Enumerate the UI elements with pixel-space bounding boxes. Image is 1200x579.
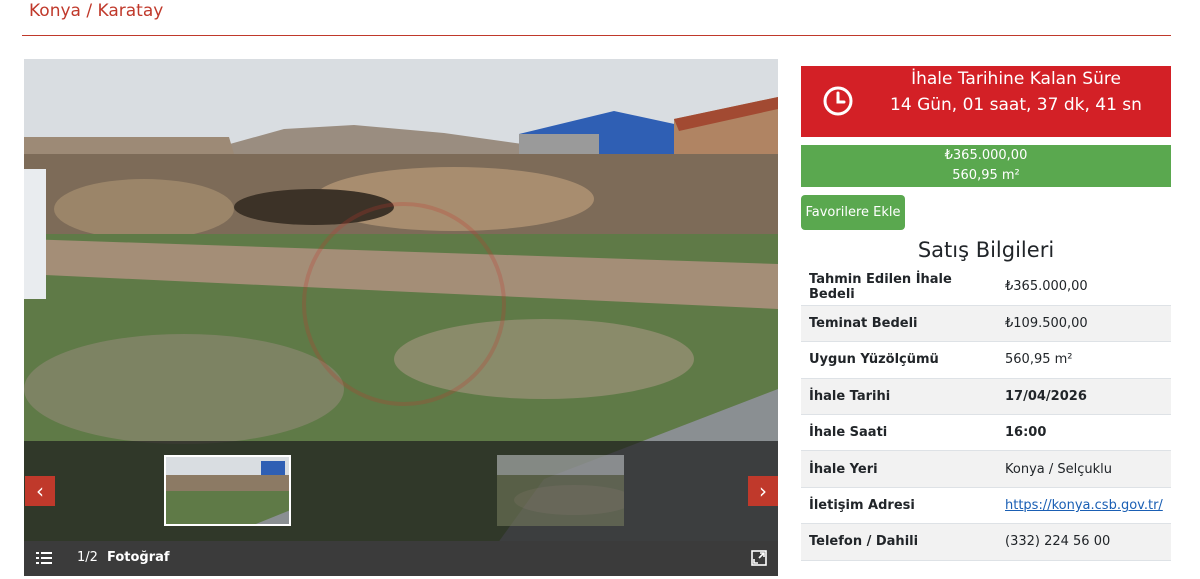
gallery-prev-button[interactable]: ‹ [25, 476, 55, 506]
auction-countdown: İhale Tarihine Kalan Süre 14 Gün, 01 saa… [801, 66, 1171, 137]
row-label: İhale Saati [801, 414, 997, 452]
row-value: 560,95 m² [997, 341, 1171, 379]
thumbnail-2-image [497, 455, 624, 526]
price-amount: ₺365.000,00 [944, 148, 1028, 163]
list-icon[interactable] [36, 550, 52, 566]
row-label: İhale Tarihi [801, 378, 997, 416]
row-label: İletişim Adresi [801, 487, 997, 525]
row-value: https://konya.csb.gov.tr/ [997, 487, 1171, 525]
row-label: Tahmin Edilen İhale Bedeli [801, 269, 997, 306]
table-row: İhale Yeri Konya / Selçuklu [801, 450, 1171, 488]
table-row: Telefon / Dahili (332) 224 56 00 [801, 523, 1171, 561]
countdown-label: İhale Tarihine Kalan Süre [911, 69, 1121, 89]
thumbnail-strip [24, 441, 778, 541]
row-value: Konya / Selçuklu [997, 450, 1171, 488]
row-value: (332) 224 56 00 [997, 523, 1171, 561]
row-value: ₺365.000,00 [997, 269, 1171, 306]
sale-info-table: Tahmin Edilen İhale Bedeli ₺365.000,00 T… [801, 269, 1171, 561]
clock-icon [823, 86, 853, 116]
table-row: Tahmin Edilen İhale Bedeli ₺365.000,00 [801, 269, 1171, 306]
chevron-left-icon: ‹ [36, 479, 44, 503]
row-label: Uygun Yüzölçümü [801, 341, 997, 379]
location-title: Konya / Karatay [29, 1, 164, 21]
photo-gallery: ‹ › 1/2 Fotoğraf [24, 59, 778, 576]
row-value: 16:00 [997, 414, 1171, 452]
add-to-favorites-button[interactable]: Favorilere Ekle [801, 195, 905, 230]
gallery-counter: 1/2 [77, 550, 98, 565]
row-label: Teminat Bedeli [801, 305, 997, 343]
gallery-type-label: Fotoğraf [107, 550, 170, 565]
gallery-next-button[interactable]: › [748, 476, 778, 506]
price-area: 560,95 m² [952, 168, 1020, 183]
table-row: Uygun Yüzölçümü 560,95 m² [801, 341, 1171, 379]
row-value: 17/04/2026 [997, 378, 1171, 416]
table-row: İhale Tarihi 17/04/2026 [801, 378, 1171, 416]
countdown-value: 14 Gün, 01 saat, 37 dk, 41 sn [890, 95, 1142, 115]
row-label: İhale Yeri [801, 450, 997, 488]
row-label: Telefon / Dahili [801, 523, 997, 561]
table-row: İletişim Adresi https://konya.csb.gov.tr… [801, 487, 1171, 525]
price-box: ₺365.000,00 560,95 m² [801, 145, 1171, 187]
contact-link[interactable]: https://konya.csb.gov.tr/ [1005, 498, 1163, 513]
thumbnail-2[interactable] [497, 455, 624, 526]
sale-info-title: Satış Bilgileri [917, 238, 1055, 262]
thumbnail-1[interactable] [164, 455, 291, 526]
table-row: Teminat Bedeli ₺109.500,00 [801, 305, 1171, 343]
gallery-toolbar: 1/2 Fotoğraf [24, 541, 778, 576]
header-divider [22, 35, 1171, 36]
table-row: İhale Saati 16:00 [801, 414, 1171, 452]
thumbnail-1-image [166, 457, 289, 524]
expand-icon[interactable] [751, 550, 767, 566]
row-value: ₺109.500,00 [997, 305, 1171, 343]
chevron-right-icon: › [759, 479, 767, 503]
